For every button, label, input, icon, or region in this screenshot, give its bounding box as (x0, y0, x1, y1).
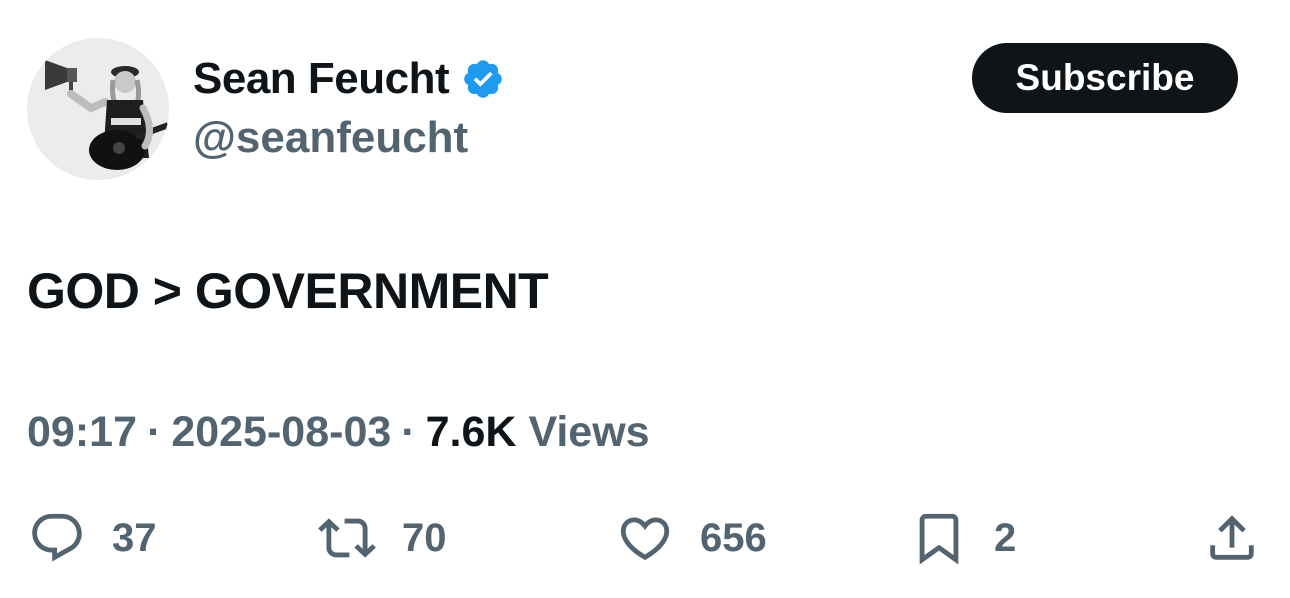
tweet-meta: 09:17 · 2025-08-03 · 7.6K Views (27, 408, 650, 457)
views-label[interactable]: Views (528, 408, 649, 457)
bookmark-count: 2 (994, 515, 1017, 560)
bookmark-icon (919, 513, 959, 565)
bookmark-button[interactable]: 2 (910, 505, 1016, 571)
tweet-card: Sean Feucht @seanfeucht Subscribe GOD > … (0, 0, 1290, 598)
tweet-time[interactable]: 09:17 (27, 408, 137, 457)
heart-icon (620, 517, 670, 561)
share-icon (1210, 515, 1254, 560)
like-count: 656 (700, 515, 767, 560)
like-button[interactable]: 656 (616, 505, 767, 571)
action-bar: 37 70 656 2 (0, 505, 1290, 571)
author-display-name[interactable]: Sean Feucht (193, 54, 450, 104)
tweet-text: GOD > GOVERNMENT (27, 263, 549, 319)
share-button[interactable] (1203, 505, 1261, 571)
subscribe-button[interactable]: Subscribe (972, 43, 1238, 113)
author-name-row: Sean Feucht (193, 52, 505, 106)
reply-count: 37 (112, 515, 157, 560)
tweet-date[interactable]: 2025-08-03 (171, 408, 391, 457)
avatar[interactable] (27, 38, 169, 180)
meta-separator: · (401, 408, 416, 456)
author-handle[interactable]: @seanfeucht (193, 113, 468, 163)
reply-icon (32, 513, 82, 562)
views-count[interactable]: 7.6K (426, 408, 517, 457)
reply-button[interactable]: 37 (28, 505, 157, 571)
retweet-icon (318, 518, 376, 558)
verified-badge-icon[interactable] (461, 57, 505, 101)
retweet-count: 70 (402, 515, 447, 560)
avatar-image (27, 38, 169, 180)
retweet-button[interactable]: 70 (318, 505, 447, 571)
meta-separator: · (146, 408, 162, 456)
